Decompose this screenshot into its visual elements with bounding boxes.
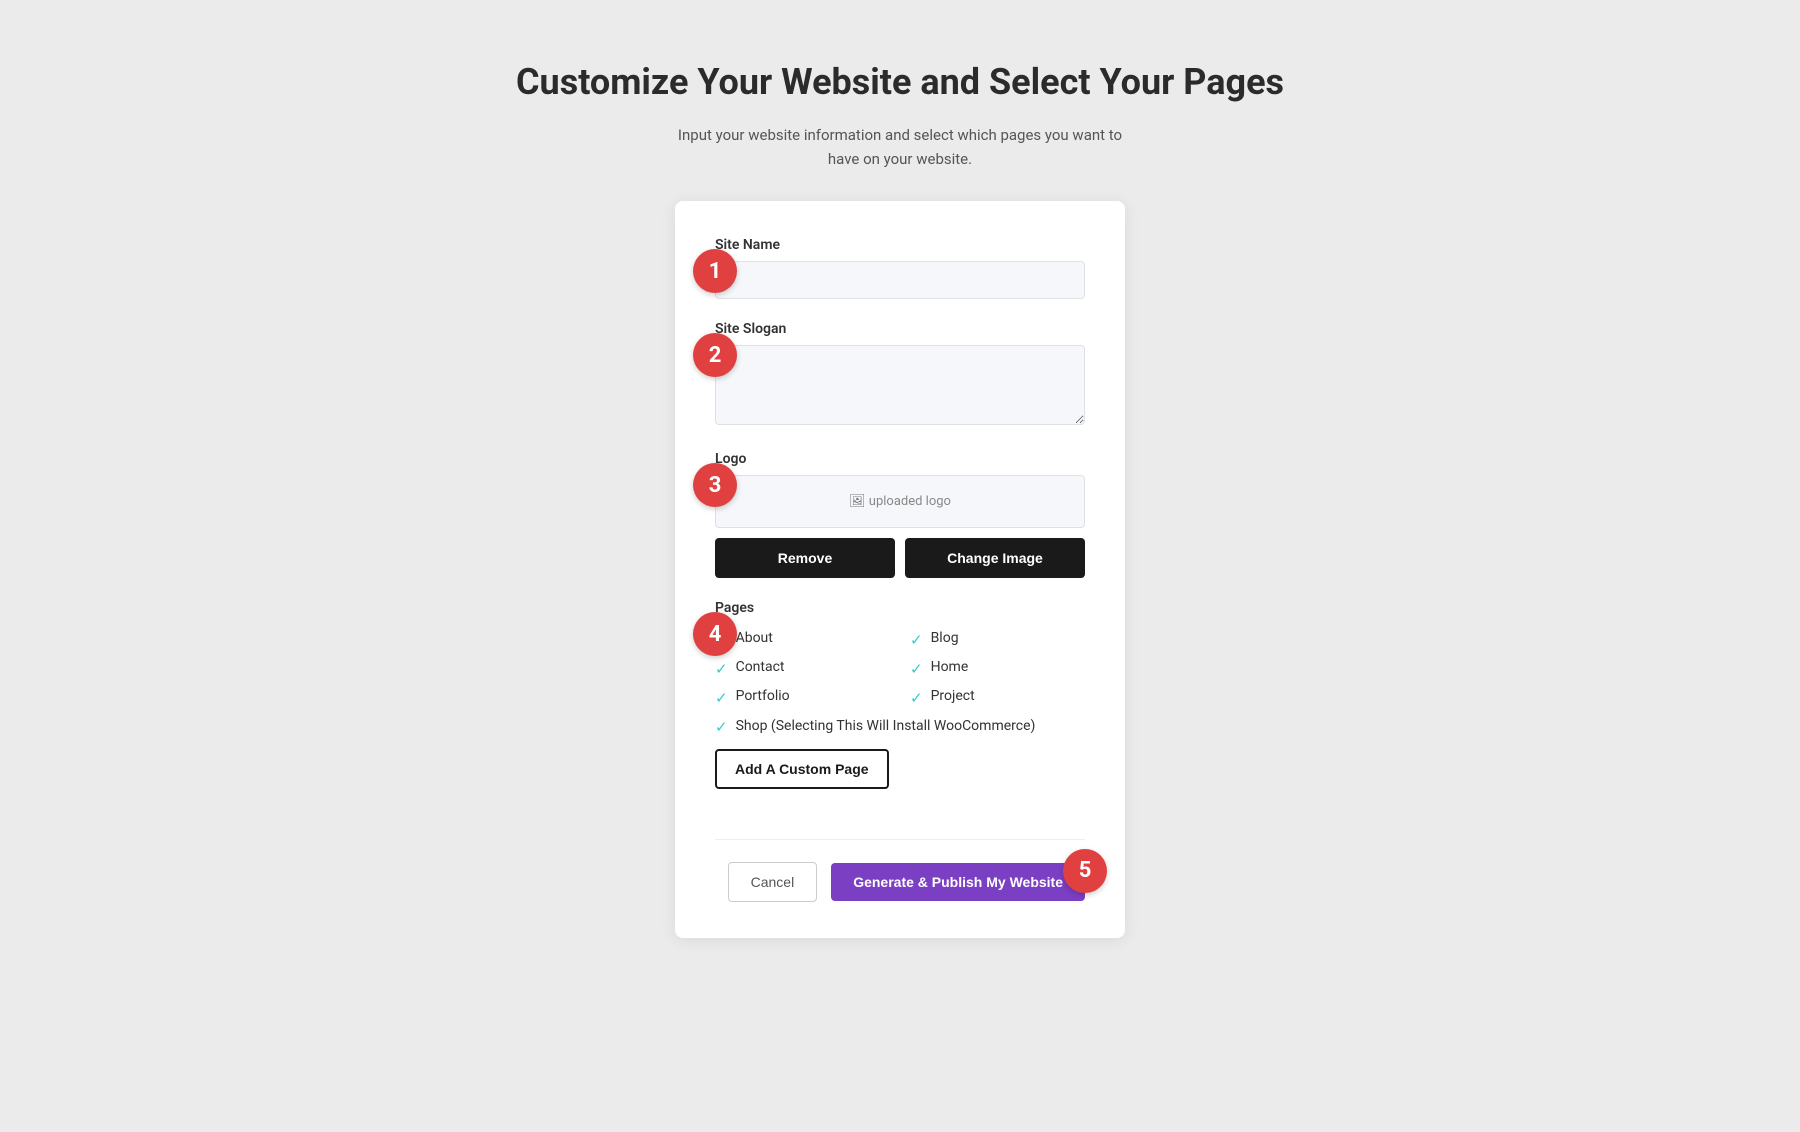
cancel-button[interactable]: Cancel	[728, 862, 818, 902]
site-slogan-section: 2 Site Slogan	[715, 321, 1085, 429]
generate-publish-button[interactable]: Generate & Publish My Website	[831, 863, 1085, 901]
check-icon: ✓	[715, 689, 728, 707]
site-name-section: 1 Site Name	[715, 237, 1085, 299]
add-custom-page-button[interactable]: Add A Custom Page	[715, 749, 889, 789]
list-item[interactable]: ✓ About	[715, 630, 890, 649]
page-item-label: Blog	[931, 630, 959, 646]
step-3-badge: 3	[693, 463, 737, 507]
pages-label: Pages	[715, 600, 1085, 616]
page-item-label: Project	[931, 688, 975, 704]
list-item[interactable]: ✓ Project	[910, 688, 1085, 707]
check-icon: ✓	[715, 718, 728, 736]
change-image-button[interactable]: Change Image	[905, 538, 1085, 578]
pages-section: 4 Pages ✓ About ✓ Blog ✓ Contact ✓ Home	[715, 600, 1085, 817]
page-subtitle: Input your website information and selec…	[670, 123, 1130, 171]
logo-image-icon: 🖼	[849, 494, 866, 509]
step-4-badge: 4	[693, 612, 737, 656]
form-card: 1 Site Name 2 Site Slogan 3 Logo 🖼 uploa…	[675, 201, 1125, 938]
logo-label: Logo	[715, 451, 1085, 467]
site-name-input[interactable]	[715, 261, 1085, 299]
step-1-badge: 1	[693, 249, 737, 293]
site-name-label: Site Name	[715, 237, 1085, 253]
pages-grid: ✓ About ✓ Blog ✓ Contact ✓ Home ✓ Portfo…	[715, 630, 1085, 737]
page-item-label: Portfolio	[736, 688, 790, 704]
page-item-label: About	[736, 630, 773, 646]
page-item-label: Shop (Selecting This Will Install WooCom…	[736, 717, 1036, 737]
step-2-badge: 2	[693, 333, 737, 377]
step-5-badge: 5	[1063, 849, 1107, 893]
list-item[interactable]: ✓ Portfolio	[715, 688, 890, 707]
logo-preview-text: uploaded logo	[869, 494, 951, 509]
logo-section: 3 Logo 🖼 uploaded logo Remove Change Ima…	[715, 451, 1085, 578]
page-header: Customize Your Website and Select Your P…	[516, 60, 1284, 171]
site-slogan-label: Site Slogan	[715, 321, 1085, 337]
form-footer: Cancel Generate & Publish My Website 5	[715, 839, 1085, 902]
list-item[interactable]: ✓ Contact	[715, 659, 890, 678]
page-title: Customize Your Website and Select Your P…	[516, 60, 1284, 105]
check-icon: ✓	[715, 660, 728, 678]
page-item-label: Home	[931, 659, 969, 675]
check-icon: ✓	[910, 689, 923, 707]
list-item[interactable]: ✓ Blog	[910, 630, 1085, 649]
page-item-label: Contact	[736, 659, 785, 675]
logo-preview: 🖼 uploaded logo	[715, 475, 1085, 528]
site-slogan-input[interactable]	[715, 345, 1085, 425]
check-icon: ✓	[910, 631, 923, 649]
check-icon: ✓	[910, 660, 923, 678]
remove-button[interactable]: Remove	[715, 538, 895, 578]
logo-buttons: Remove Change Image	[715, 538, 1085, 578]
list-item[interactable]: ✓ Home	[910, 659, 1085, 678]
list-item[interactable]: ✓ Shop (Selecting This Will Install WooC…	[715, 717, 1085, 737]
